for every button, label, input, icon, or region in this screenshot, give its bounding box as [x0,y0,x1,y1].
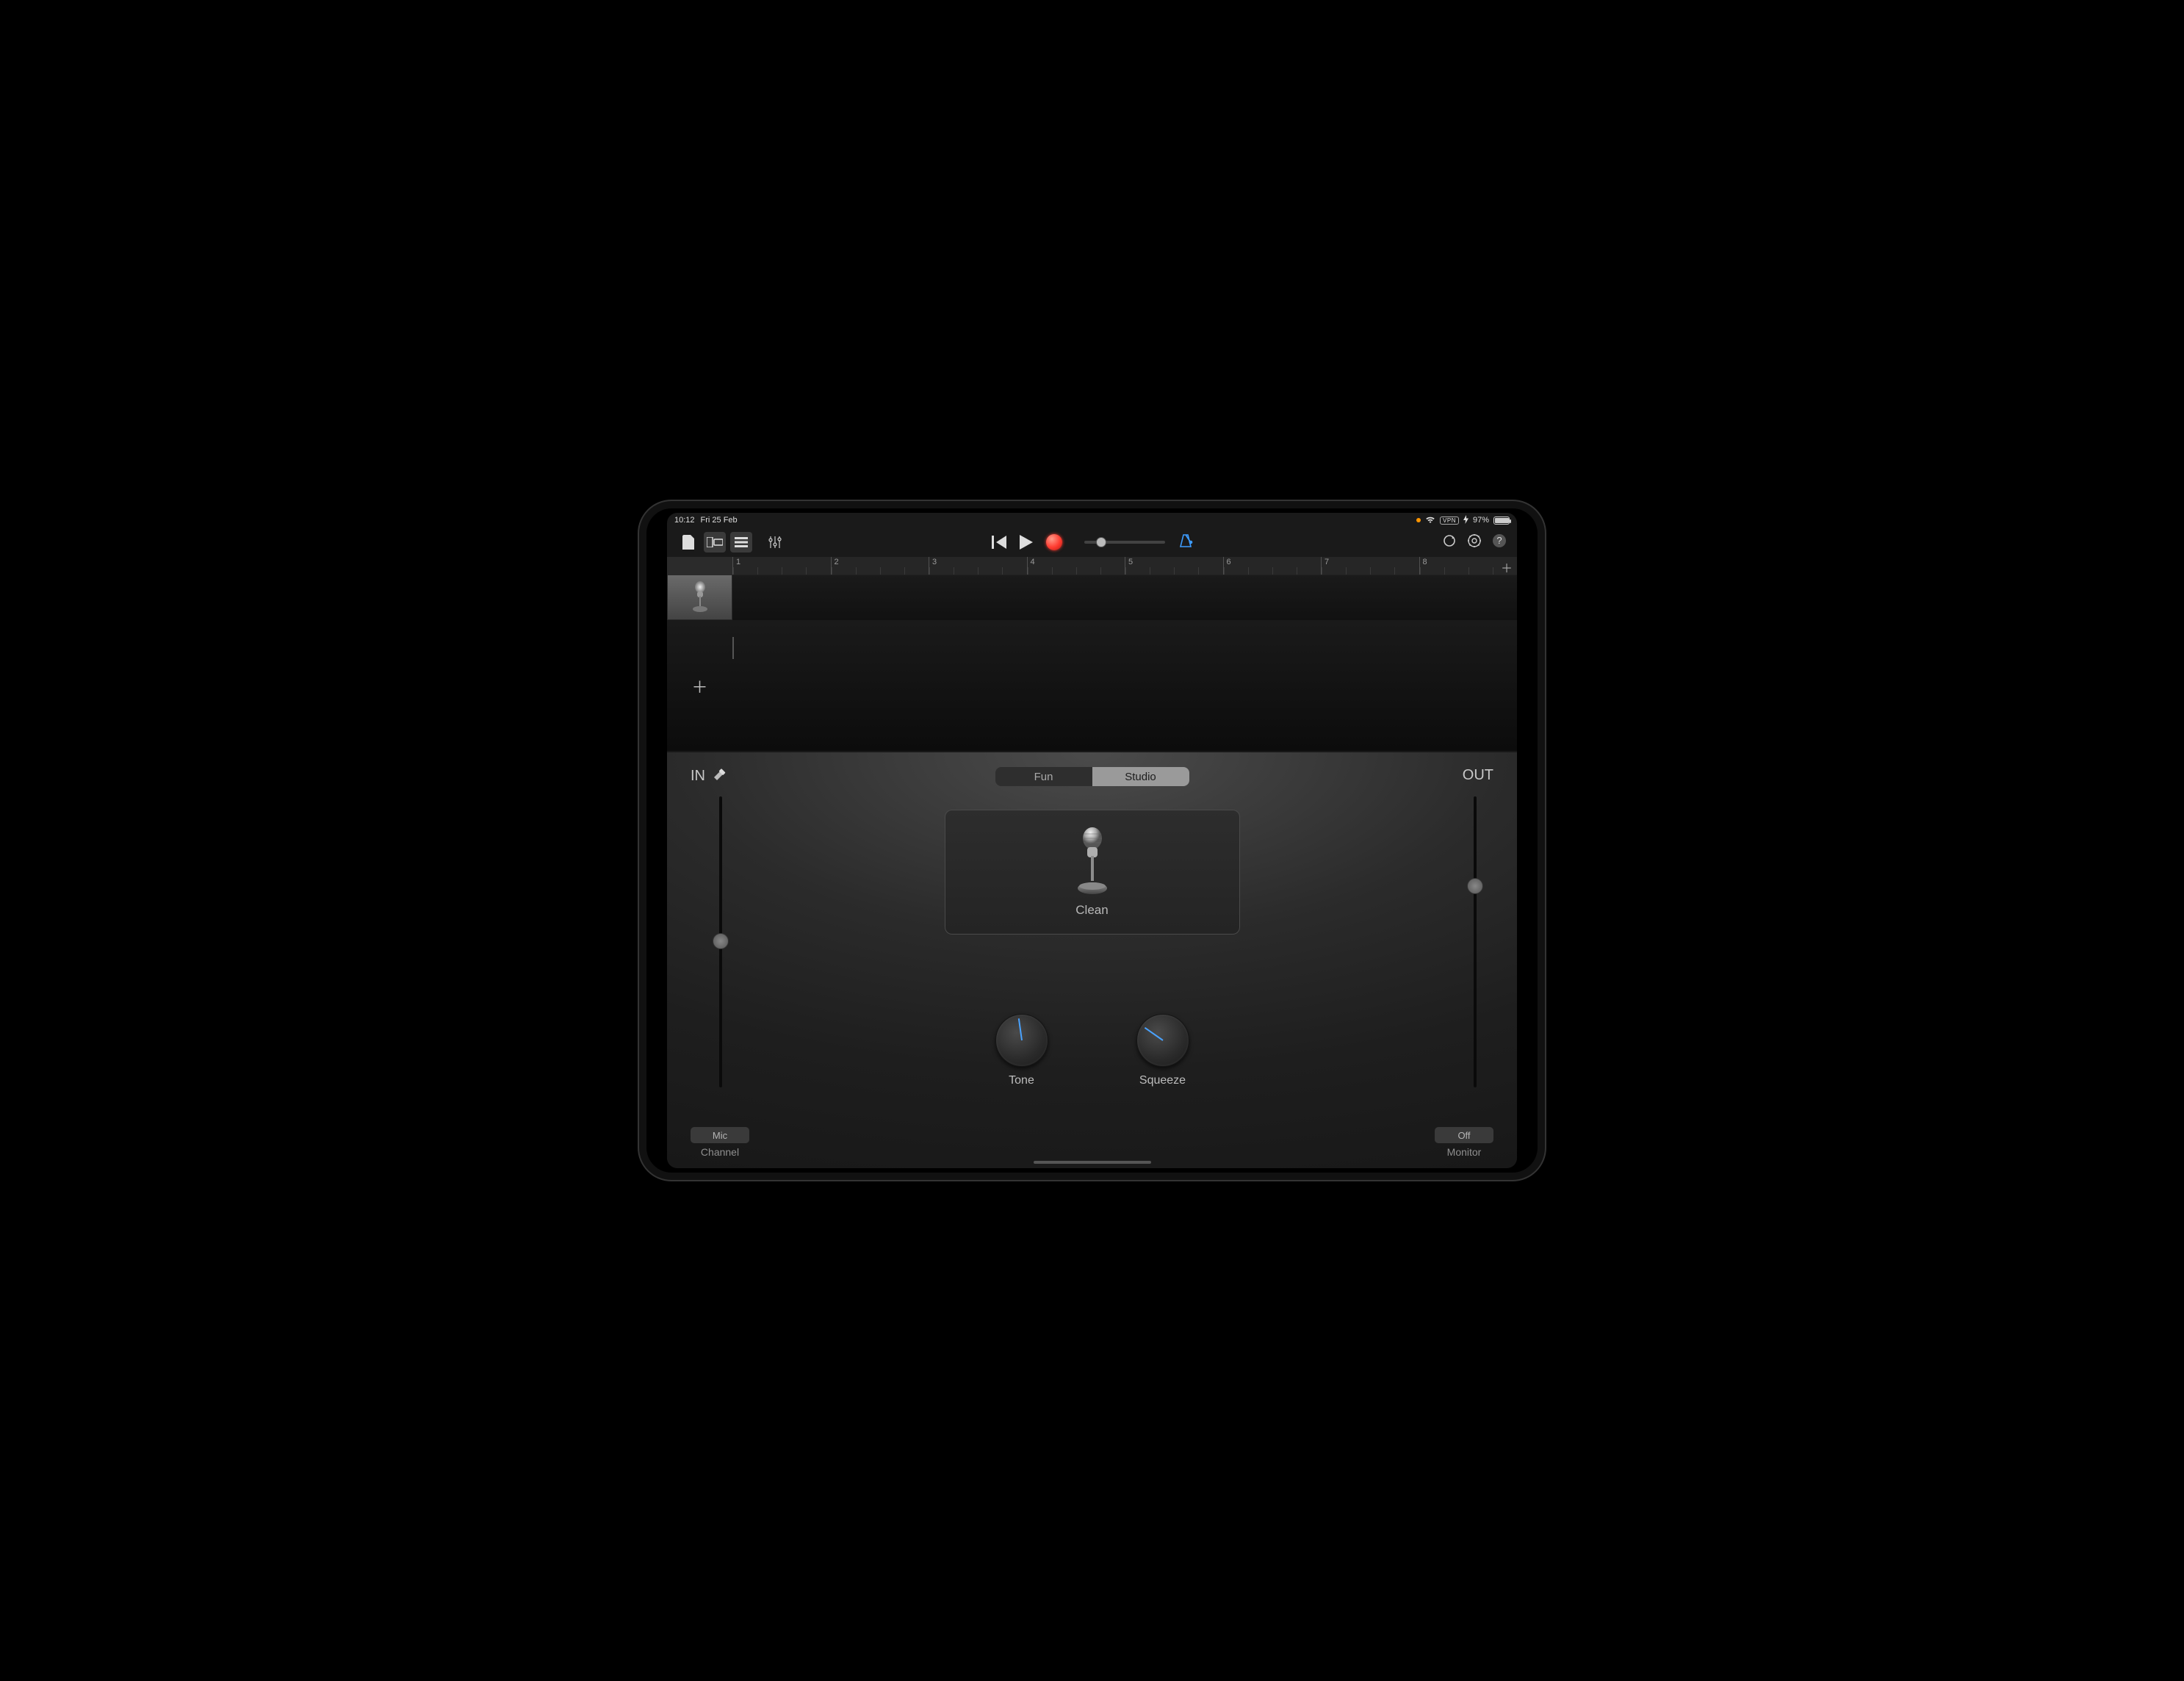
master-volume-slider[interactable] [1084,541,1165,544]
instrument-editor: IN OUT Fun Studio [667,752,1517,1168]
bar-number: 8 [1423,558,1427,566]
svg-text:?: ? [1496,535,1502,546]
microphone-icon [1075,827,1110,899]
charging-icon [1463,515,1468,526]
tone-knob[interactable] [995,1014,1048,1067]
battery-icon [1493,516,1510,525]
track-lane[interactable] [732,575,1517,620]
tracks-view-button[interactable] [730,532,752,552]
status-date: Fri 25 Feb [701,516,738,525]
toolbar: ? [667,528,1517,557]
settings-button[interactable] [1467,533,1482,552]
tone-label: Tone [1009,1074,1034,1087]
bar-number: 5 [1128,558,1133,566]
input-jack-icon[interactable] [713,767,729,785]
home-indicator[interactable] [1034,1161,1151,1164]
preset-category-segmented: Fun Studio [995,767,1189,786]
microphone-icon [690,581,710,613]
add-section-button[interactable]: ＋ [1501,558,1513,576]
segment-fun[interactable]: Fun [995,767,1092,786]
input-label: IN [691,768,705,785]
status-bar: 10:12 Fri 25 Feb VPN 97% [667,513,1517,528]
monitor-toggle-button[interactable]: Off [1435,1127,1493,1143]
track-controls-button[interactable] [764,532,786,552]
channel-select-button[interactable]: Mic [691,1127,749,1143]
preset-name: Clean [1075,903,1108,918]
monitor-label: Monitor [1447,1146,1482,1158]
output-label: OUT [1463,767,1493,784]
go-to-beginning-button[interactable] [992,536,1006,549]
track-header[interactable] [667,575,732,620]
record-button[interactable] [1046,534,1062,550]
output-level-slider[interactable] [1464,796,1486,1087]
channel-label: Channel [701,1146,739,1158]
timeline-ruler[interactable]: 1 2 3 4 5 6 7 8 ＋ [667,557,1517,575]
squeeze-knob[interactable] [1136,1014,1189,1067]
bar-number: 1 [736,558,740,566]
status-time: 10:12 [674,516,695,525]
help-button[interactable]: ? [1492,533,1507,552]
my-songs-button[interactable] [677,532,699,552]
squeeze-label: Squeeze [1139,1074,1186,1087]
battery-percent: 97% [1473,516,1489,525]
bar-number: 3 [932,558,937,566]
bar-number: 7 [1325,558,1329,566]
segment-studio[interactable]: Studio [1092,767,1189,786]
bar-number: 2 [835,558,839,566]
tracks-area: ＋ [667,575,1517,751]
browser-button[interactable] [704,532,726,552]
metronome-button[interactable] [1178,533,1193,552]
loop-button[interactable] [1442,533,1457,552]
bar-number: 6 [1227,558,1231,566]
input-level-slider[interactable] [710,796,732,1087]
track-row[interactable] [667,575,1517,620]
add-track-button[interactable]: ＋ [667,664,732,708]
plus-icon: ＋ [691,674,707,698]
play-button[interactable] [1020,535,1033,550]
preset-tile[interactable]: Clean [945,810,1240,935]
bar-number: 4 [1031,558,1035,566]
mic-in-use-dot-icon [1416,518,1421,522]
wifi-icon [1425,516,1435,524]
vpn-badge: VPN [1440,516,1459,525]
